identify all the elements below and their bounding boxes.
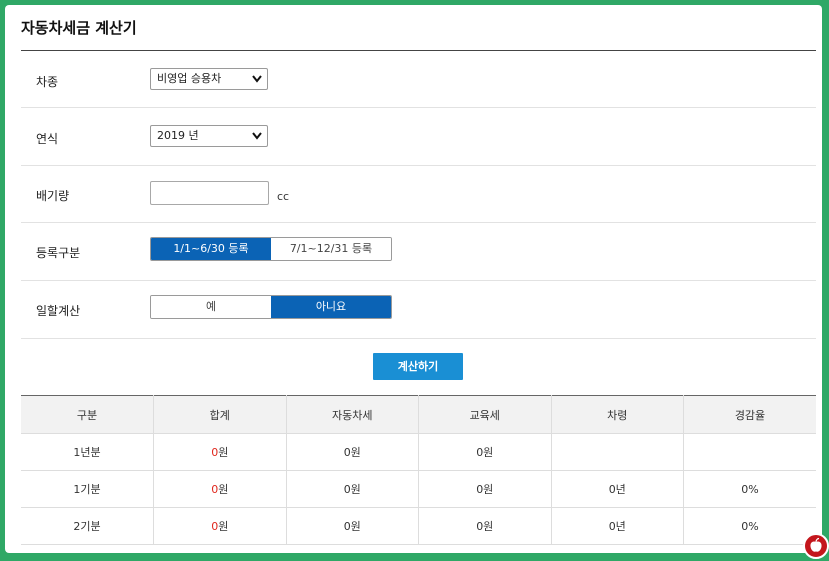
car-type-select[interactable]: 비영업 승용차	[150, 68, 268, 90]
car-type-label: 차종	[36, 75, 59, 89]
chevron-down-icon	[252, 132, 262, 140]
registration-label: 등록구분	[36, 246, 81, 260]
cell-edu-tax: 0원	[418, 433, 552, 471]
calculator-panel: 자동차세금 계산기 차종 비영업 승용차 연식 2019 년 배기량 cc 등록…	[5, 5, 822, 553]
page-title: 자동차세금 계산기	[21, 19, 137, 37]
total-unit: 원	[218, 520, 229, 533]
displacement-unit: cc	[277, 190, 290, 203]
row-divider	[21, 280, 816, 281]
cell-total: 0원	[153, 507, 287, 545]
cell-car-tax: 0원	[286, 507, 419, 545]
table-header-row: 구분 합계 자동차세 교육세 차령 경감율	[21, 395, 816, 434]
year-label: 연식	[36, 132, 59, 146]
year-value: 2019 년	[157, 129, 199, 142]
header-period: 구분	[21, 395, 154, 434]
cell-period: 1기분	[21, 470, 154, 508]
table-row: 1년분 0원 0원 0원	[21, 433, 816, 471]
cell-edu-tax: 0원	[418, 507, 552, 545]
header-car-tax: 자동차세	[286, 395, 419, 434]
registration-toggle: 1/1~6/30 등록 7/1~12/31 등록	[150, 237, 392, 261]
car-type-value: 비영업 승용차	[157, 72, 222, 85]
daily-calc-toggle: 예 아니요	[150, 295, 392, 319]
cell-total: 0원	[153, 470, 287, 508]
header-total: 합계	[153, 395, 287, 434]
title-divider	[21, 50, 816, 51]
cell-period: 1년분	[21, 433, 154, 471]
row-divider	[21, 222, 816, 223]
total-unit: 원	[218, 483, 229, 496]
header-car-age: 차령	[551, 395, 684, 434]
daily-calc-option-yes[interactable]: 예	[151, 296, 271, 318]
result-table: 구분 합계 자동차세 교육세 차령 경감율 1년분 0원 0원 0원 1기분 0…	[21, 395, 816, 545]
table-row: 2기분 0원 0원 0원 0년 0%	[21, 507, 816, 545]
cell-car-age: 0년	[551, 470, 684, 508]
cell-car-age: 0년	[551, 507, 684, 545]
cell-car-tax: 0원	[286, 470, 419, 508]
displacement-label: 배기량	[36, 189, 70, 203]
apple-logo-icon	[810, 537, 822, 552]
cell-car-age	[551, 433, 684, 471]
year-select[interactable]: 2019 년	[150, 125, 268, 147]
total-unit: 원	[218, 446, 229, 459]
cell-period: 2기분	[21, 507, 154, 545]
chevron-down-icon	[252, 75, 262, 83]
brand-logo-icon	[803, 533, 829, 559]
row-divider	[21, 107, 816, 108]
cell-reduction	[683, 433, 816, 471]
displacement-input[interactable]	[150, 181, 269, 205]
row-divider	[21, 165, 816, 166]
registration-option-second-half[interactable]: 7/1~12/31 등록	[271, 238, 391, 260]
header-edu-tax: 교육세	[418, 395, 552, 434]
cell-reduction: 0%	[683, 470, 816, 508]
cell-reduction: 0%	[683, 507, 816, 545]
daily-calc-option-no[interactable]: 아니요	[271, 296, 391, 318]
registration-option-first-half[interactable]: 1/1~6/30 등록	[151, 238, 271, 260]
header-reduction: 경감율	[683, 395, 816, 434]
row-divider	[21, 338, 816, 339]
daily-calc-label: 일할계산	[36, 304, 81, 318]
table-row: 1기분 0원 0원 0원 0년 0%	[21, 470, 816, 508]
cell-edu-tax: 0원	[418, 470, 552, 508]
cell-total: 0원	[153, 433, 287, 471]
calculate-button[interactable]: 계산하기	[373, 353, 463, 380]
cell-car-tax: 0원	[286, 433, 419, 471]
